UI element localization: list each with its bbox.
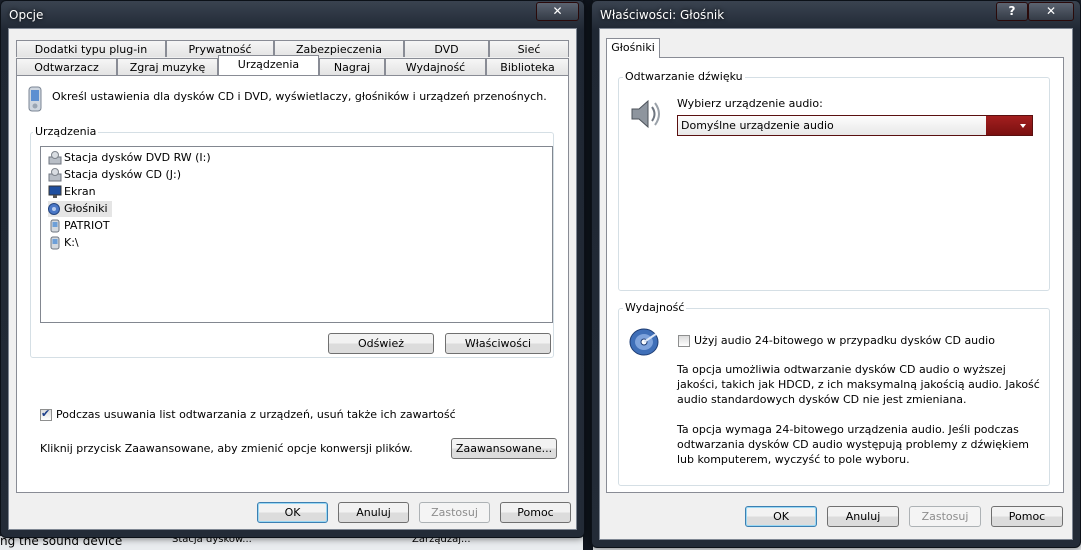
tab-network[interactable]: Sieć [489, 40, 569, 57]
options-window: Opcje ✕ Dodatki typu plug-in Prywatność … [0, 0, 585, 538]
advanced-text: Kliknij przycisk Zaawansowane, aby zmien… [40, 442, 413, 455]
options-client: Dodatki typu plug-in Prywatność Zabezpie… [8, 28, 577, 530]
help-caption-button[interactable]: ? [996, 2, 1028, 21]
tab-speakers[interactable]: Głośniki [606, 38, 660, 58]
info-paragraph-1: Ta opcja umożliwia odtwarzanie dysków CD… [677, 363, 1040, 406]
close-icon: ✕ [1045, 4, 1057, 18]
tab-dvd[interactable]: DVD [404, 40, 489, 57]
performance-group: Wydajność Użyj audio 24-bitowego w przyp… [618, 301, 1050, 486]
list-item[interactable]: PATRIOT [48, 218, 110, 234]
list-item[interactable]: Ekran [48, 184, 96, 200]
properties-titlebar[interactable]: Właściwości: Głośnik ? ✕ [592, 1, 1080, 27]
portable-device-icon [27, 86, 43, 112]
use-24bit-checkbox[interactable] [678, 335, 690, 347]
tab-plugins[interactable]: Dodatki typu plug-in [16, 40, 166, 57]
select-device-label: Wybierz urządzenie audio: [677, 97, 823, 110]
list-item[interactable]: Stacja dysków CD (J:) [48, 167, 181, 183]
audio-device-dropdown[interactable]: Domyślne urządzenie audio [677, 115, 1033, 136]
tab-devices[interactable]: Urządzenia [218, 55, 319, 75]
portable-device-icon [48, 236, 62, 250]
tab-performance[interactable]: Wydajność [385, 58, 486, 75]
portable-device-icon [48, 219, 62, 233]
cancel-button[interactable]: Anuluj [338, 502, 409, 523]
devices-list[interactable]: Stacja dysków DVD RW (I:) Stacja dysków … [40, 146, 553, 323]
options-titlebar[interactable]: Opcje ✕ [1, 1, 584, 27]
refresh-button[interactable]: Odśwież [328, 333, 434, 354]
device-label: Stacja dysków DVD RW (I:) [64, 151, 211, 164]
performance-group-label: Wydajność [623, 301, 687, 314]
apply-button[interactable]: Zastosuj [909, 506, 981, 527]
close-icon: ✕ [552, 4, 563, 18]
speaker-icon [48, 202, 62, 216]
chevron-down-icon [986, 116, 1032, 135]
close-button[interactable]: ✕ [536, 2, 579, 21]
cd-drive-icon [48, 168, 62, 182]
use-24bit-label: Użyj audio 24-bitowego w przypadku dyskó… [694, 334, 995, 347]
close-button[interactable]: ✕ [1028, 2, 1074, 21]
ok-button[interactable]: OK [745, 506, 817, 527]
apply-button[interactable]: Zastosuj [419, 502, 490, 523]
audio-device-value: Domyślne urządzenie audio [681, 119, 834, 132]
window-title: Opcje [9, 8, 44, 22]
tab-library[interactable]: Biblioteka [486, 58, 569, 75]
speakers-tab-panel: Odtwarzanie dźwięku Wybierz urządzenie a… [606, 57, 1064, 493]
display-icon [48, 185, 62, 199]
list-item[interactable]: Głośniki [48, 201, 112, 217]
list-item[interactable]: K:\ [48, 235, 79, 251]
cd-disc-icon [628, 325, 660, 357]
speaker-properties-window: Właściwości: Głośnik ? ✕ Głośniki Odtwar… [591, 0, 1081, 548]
delete-contents-checkbox[interactable] [40, 407, 52, 421]
help-button[interactable]: Pomoc [500, 502, 571, 523]
devices-group: Urządzenia Stacja dysków DVD RW (I:) Sta… [30, 125, 554, 358]
info-paragraph-2: Ta opcja wymaga 24-bitowego urządzenia a… [677, 423, 1029, 466]
devices-tab-panel: Określ ustawienia dla dysków CD i DVD, w… [16, 75, 569, 493]
devices-description: Określ ustawienia dla dysków CD i DVD, w… [52, 90, 547, 103]
ok-button[interactable]: OK [257, 502, 328, 523]
help-button[interactable]: Pomoc [991, 506, 1063, 527]
list-item[interactable]: Stacja dysków DVD RW (I:) [48, 150, 211, 166]
tab-burn[interactable]: Nagraj [319, 58, 385, 75]
playback-group-label: Odtwarzanie dźwięku [623, 70, 745, 83]
window-title: Właściwości: Głośnik [600, 8, 725, 22]
delete-contents-label: Podczas usuwania list odtwarzania z urzą… [56, 408, 456, 421]
device-label: K:\ [64, 236, 79, 249]
advanced-button[interactable]: Zaawansowane... [451, 438, 557, 459]
cancel-button[interactable]: Anuluj [827, 506, 899, 527]
tab-player[interactable]: Odtwarzacz [16, 58, 117, 75]
device-label: Głośniki [64, 202, 108, 215]
tab-rip-music[interactable]: Zgraj muzykę [117, 58, 218, 75]
speaker-icon [628, 97, 662, 131]
devices-group-label: Urządzenia [33, 125, 99, 138]
properties-button[interactable]: Właściwości [445, 333, 551, 354]
device-label: Stacja dysków CD (J:) [64, 168, 181, 181]
properties-client: Głośniki Odtwarzanie dźwięku Wybierz urz… [599, 28, 1073, 540]
device-label: Ekran [64, 185, 96, 198]
playback-group: Odtwarzanie dźwięku Wybierz urządzenie a… [618, 70, 1050, 291]
device-label: PATRIOT [64, 219, 110, 232]
dvd-drive-icon [48, 151, 62, 165]
help-icon: ? [1008, 4, 1016, 18]
